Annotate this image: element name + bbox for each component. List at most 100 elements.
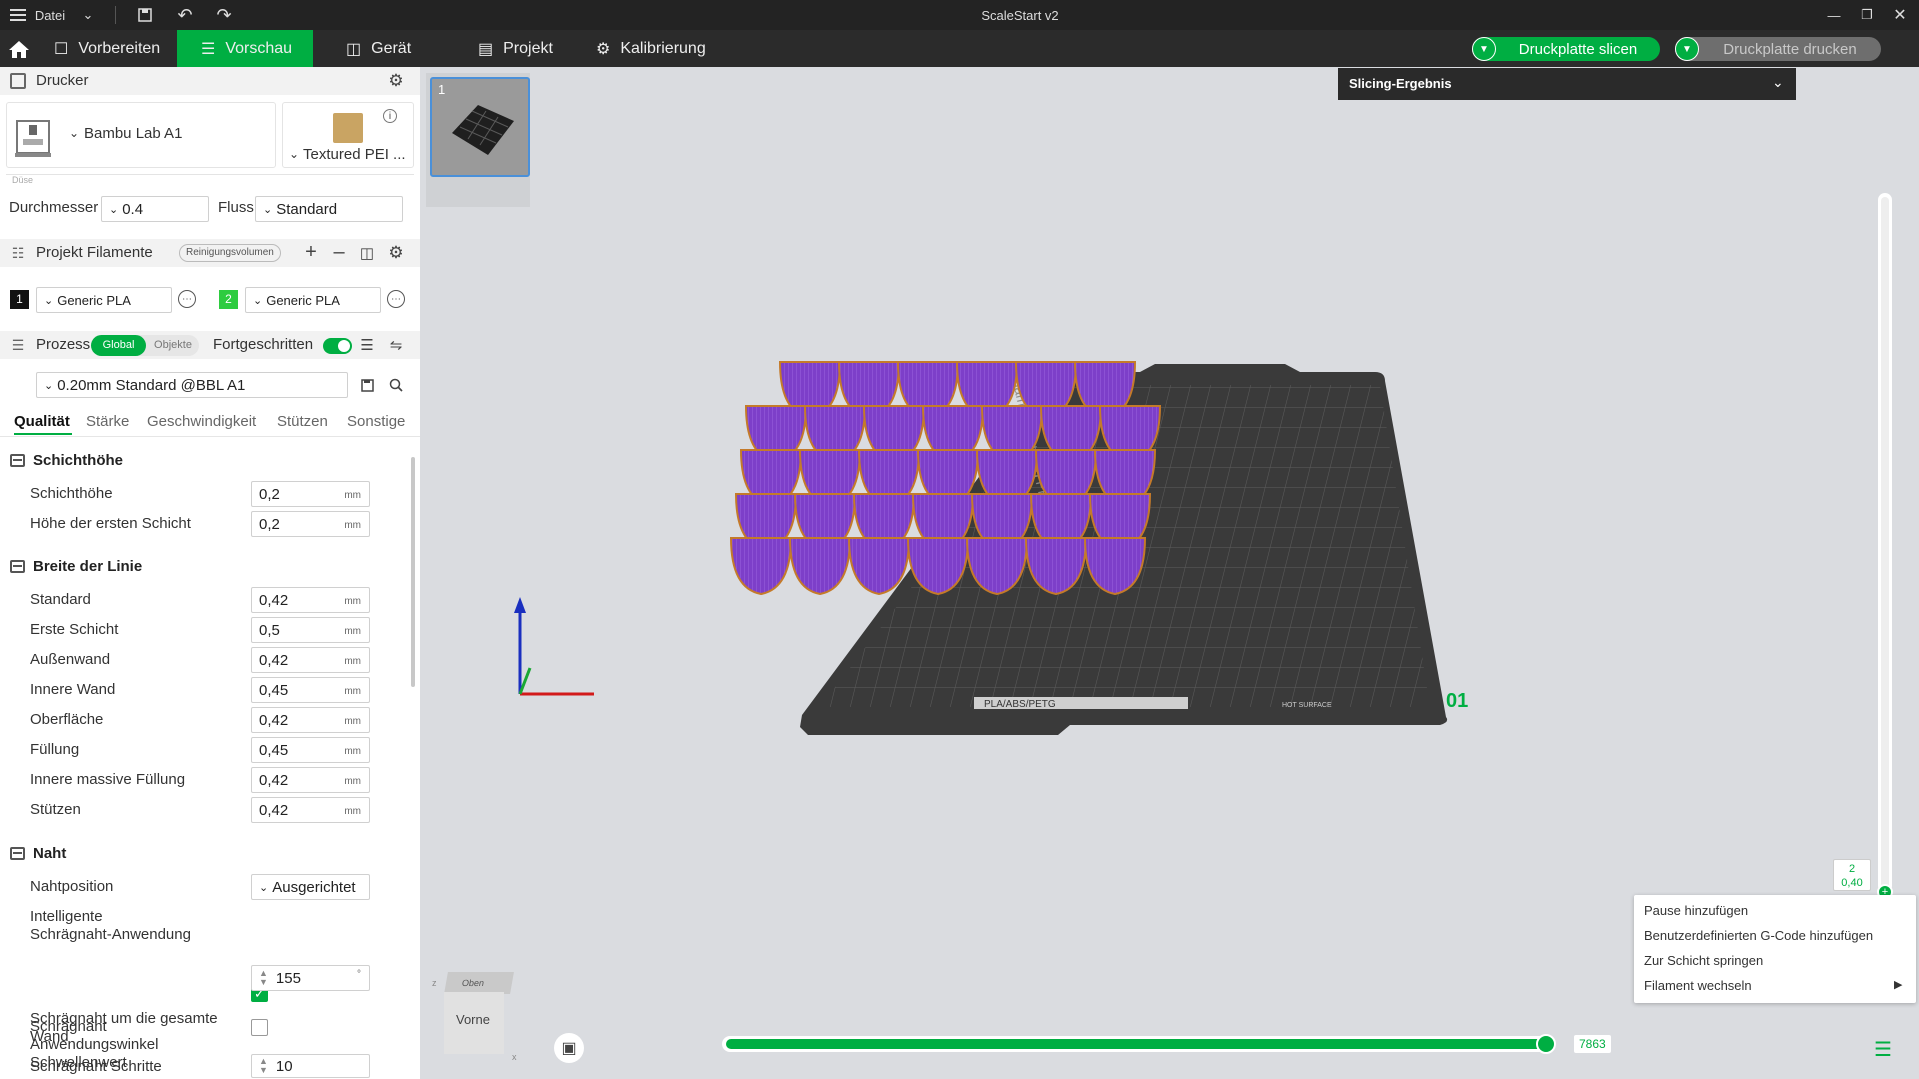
- global-objects-toggle[interactable]: Global Objekte: [91, 335, 199, 356]
- first-layer-height-input[interactable]: 0,2 mm: [251, 511, 370, 537]
- scarf-steps-stepper[interactable]: ▲ ▼ 10: [251, 1054, 370, 1078]
- edit-filament-icon[interactable]: ⋯: [178, 290, 196, 308]
- line-width-support-input[interactable]: 0,42 mm: [251, 797, 370, 823]
- seam-position-select[interactable]: ⌄ Ausgerichtet: [251, 874, 370, 900]
- home-icon[interactable]: [8, 30, 34, 67]
- close-icon[interactable]: ✕: [1890, 0, 1910, 30]
- line-width-solid-infill-input[interactable]: 0,42 mm: [251, 767, 370, 793]
- tab-device[interactable]: ◫ Gerät: [346, 30, 411, 67]
- process-section-header: ☰ Prozess Global Objekte Fortgeschritten…: [0, 331, 420, 359]
- settings-scrollbar[interactable]: [411, 457, 415, 687]
- layers-icon[interactable]: ☰: [1874, 1037, 1892, 1062]
- view-cube-top[interactable]: Oben: [444, 972, 514, 994]
- tab-preview[interactable]: ☰ Vorschau: [177, 30, 313, 67]
- stepper-arrows-icon[interactable]: ▲ ▼: [259, 969, 268, 987]
- plate-number-label: 01: [1446, 690, 1468, 712]
- minus-icon[interactable]: –: [330, 241, 348, 263]
- filament-2-select[interactable]: ⌄ Generic PLA: [245, 287, 381, 313]
- line-width-outer-wall-input[interactable]: 0,42 mm: [251, 647, 370, 673]
- undo-icon[interactable]: ↶: [174, 0, 196, 30]
- plus-icon[interactable]: +: [302, 241, 320, 263]
- menu-item-add-pause[interactable]: Pause hinzufügen: [1644, 903, 1748, 918]
- file-menu[interactable]: Datei: [32, 0, 68, 30]
- tab-project[interactable]: ▤ Projekt: [478, 30, 553, 67]
- plate-type-selector[interactable]: i ⌄ Textured PEI ...: [282, 102, 414, 168]
- print-plate-button[interactable]: ▼ Druckplatte drucken: [1675, 37, 1881, 61]
- chevron-down-icon[interactable]: ▼: [1472, 37, 1496, 61]
- tab-prepare[interactable]: ☐ Vorbereiten: [54, 30, 160, 67]
- subtab-strength[interactable]: Stärke: [86, 413, 129, 430]
- chevron-down-icon: ⌄: [69, 126, 80, 140]
- gcode-move-count: 7863: [1574, 1035, 1611, 1053]
- stepper-arrows-icon[interactable]: ▲ ▼: [259, 1057, 268, 1075]
- gear-icon[interactable]: ⚙: [387, 243, 405, 262]
- toggle-objects[interactable]: Objekte: [148, 335, 198, 356]
- layer-tooltip: 2 0,40: [1833, 859, 1871, 891]
- layer-height-group: Schichthöhe: [10, 452, 123, 469]
- list-icon[interactable]: ☰: [358, 336, 376, 354]
- filament-1-badge[interactable]: 1: [10, 290, 29, 309]
- menu-item-change-filament[interactable]: Filament wechseln: [1644, 978, 1752, 993]
- active-subtab-indicator: [14, 433, 72, 435]
- gear-icon[interactable]: ⚙: [387, 71, 405, 90]
- group-icon: [10, 454, 25, 467]
- line-width-inner-wall-input[interactable]: 0,45 mm: [251, 677, 370, 703]
- scale-tile: [729, 537, 793, 596]
- group-icon: [10, 847, 25, 860]
- chevron-down-icon: ⌄: [289, 147, 300, 161]
- slice-plate-button[interactable]: ▼ Druckplatte slicen: [1472, 37, 1660, 61]
- gcode-slider-thumb[interactable]: [1536, 1034, 1556, 1054]
- menu-item-add-gcode[interactable]: Benutzerdefinierten G-Code hinzufügen: [1644, 928, 1873, 943]
- divider: [6, 174, 414, 175]
- filament-1-select[interactable]: ⌄ Generic PLA: [36, 287, 172, 313]
- scarf-entire-wall-checkbox[interactable]: [251, 1019, 268, 1036]
- process-icon: ☰: [11, 336, 25, 353]
- redo-icon[interactable]: ↷: [213, 0, 235, 30]
- submenu-arrow-icon: ▶: [1894, 979, 1903, 991]
- line-width-top-surface-input[interactable]: 0,42 mm: [251, 707, 370, 733]
- fit-view-button[interactable]: ▣: [554, 1033, 584, 1063]
- layer-height-input[interactable]: 0,2 mm: [251, 481, 370, 507]
- restore-icon[interactable]: ❐: [1857, 0, 1877, 30]
- search-icon[interactable]: [387, 376, 405, 394]
- layers-icon: ☰: [201, 40, 216, 58]
- subtab-others[interactable]: Sonstige: [347, 413, 405, 430]
- purge-volume-button[interactable]: Reinigungsvolumen: [179, 244, 281, 262]
- printer-selector[interactable]: ⌄ Bambu Lab A1: [6, 102, 276, 168]
- process-profile-select[interactable]: ⌄ 0.20mm Standard @BBL A1: [36, 372, 348, 398]
- subtab-support[interactable]: Stützen: [277, 413, 328, 430]
- plate-icon: [333, 113, 363, 143]
- layer-slider-track[interactable]: [1878, 193, 1892, 893]
- scarf-angle-stepper[interactable]: ▲ ▼ 155 °: [251, 965, 370, 991]
- save-icon[interactable]: [358, 376, 376, 394]
- filament-sync-icon[interactable]: ◫: [358, 244, 376, 262]
- info-icon[interactable]: i: [383, 109, 397, 123]
- compare-icon[interactable]: ⇋: [387, 336, 405, 354]
- line-width-first-layer-input[interactable]: 0,5 mm: [251, 617, 370, 643]
- filament-2-badge[interactable]: 2: [219, 290, 238, 309]
- filament-icon: ☷: [11, 244, 25, 261]
- layer-context-menu: Pause hinzufügen Benutzerdefinierten G-C…: [1634, 895, 1916, 1003]
- toggle-global[interactable]: Global: [91, 335, 146, 356]
- menu-item-jump-to-layer[interactable]: Zur Schicht springen: [1644, 953, 1763, 968]
- chevron-down-icon: ⌄: [259, 881, 269, 894]
- advanced-switch[interactable]: [323, 338, 352, 354]
- nozzle-diameter-select[interactable]: ⌄ 0.4: [101, 196, 209, 222]
- chevron-down-icon[interactable]: ▼: [1675, 37, 1699, 61]
- tab-calibration[interactable]: ⚙ Kalibrierung: [596, 30, 706, 67]
- edit-filament-icon[interactable]: ⋯: [387, 290, 405, 308]
- subtab-quality[interactable]: Qualität: [14, 413, 70, 430]
- hamburger-menu-icon[interactable]: [8, 0, 28, 30]
- line-width-infill-input[interactable]: 0,45 mm: [251, 737, 370, 763]
- chevron-down-icon[interactable]: ⌄: [80, 0, 96, 30]
- subtab-speed[interactable]: Geschwindigkeit: [147, 413, 256, 430]
- save-icon[interactable]: [135, 0, 155, 30]
- gcode-slider-track[interactable]: [722, 1036, 1552, 1052]
- main-tab-bar: ☐ Vorbereiten ☰ Vorschau ◫ Gerät ▤ Proje…: [0, 30, 1919, 67]
- settings-sidebar: Drucker ⚙ ⌄ Bambu Lab A1 i ⌄ Textured PE…: [0, 67, 420, 1079]
- view-cube-front[interactable]: Vorne: [444, 992, 504, 1054]
- chevron-down-icon: ⌄: [253, 294, 263, 307]
- minimize-icon[interactable]: —: [1824, 0, 1844, 30]
- line-width-default-input[interactable]: 0,42 mm: [251, 587, 370, 613]
- flow-select[interactable]: ⌄ Standard: [255, 196, 403, 222]
